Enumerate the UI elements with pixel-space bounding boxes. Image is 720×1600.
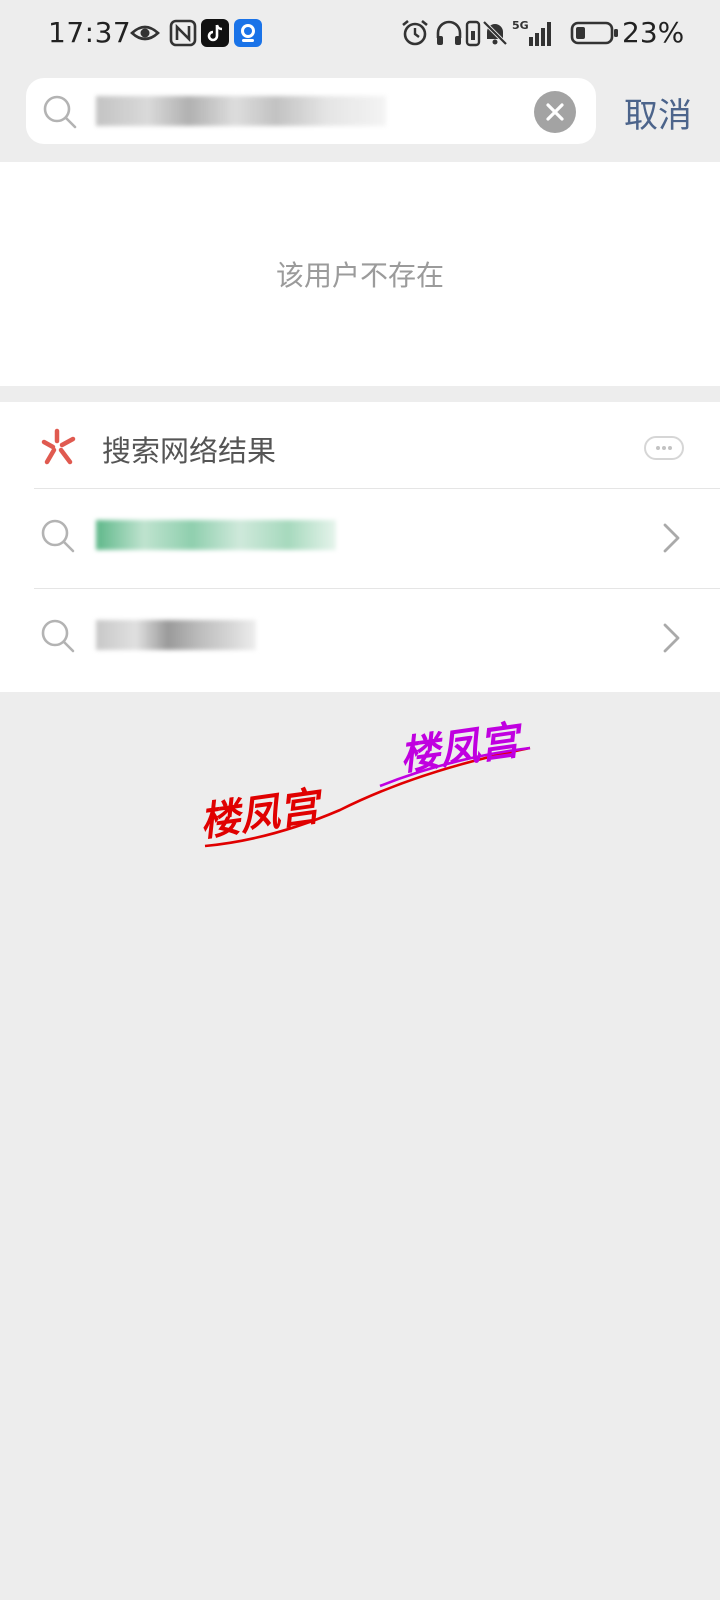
web-results-header[interactable]: 搜索网络结果 [0,402,720,488]
signal-icon: 5G [512,19,551,46]
web-result-text-redacted [96,520,336,550]
status-time: 17:37 [48,16,132,49]
web-result-text-redacted [96,620,256,650]
search-header: 取消 [0,70,720,162]
svg-text:5G: 5G [512,19,529,32]
chevron-right-icon [663,623,680,653]
status-bar: 17:37 5G 23% [0,0,720,70]
web-result-item[interactable] [0,488,720,588]
watermark-text-purple: 楼凤宫 [397,717,527,780]
empty-state-message: 该用户不存在 [275,259,444,292]
search-input[interactable] [26,78,596,144]
search-icon [43,95,77,129]
battery-percentage: 23% [622,16,685,49]
alarm-icon [402,19,428,46]
close-icon [546,103,564,121]
battery-icon [570,21,618,45]
watermark-text-red: 楼凤宫 [197,783,327,846]
chevron-right-icon [663,523,680,553]
search-query-redacted [96,96,386,126]
eye-icon [130,25,160,41]
search-network-logo-icon [41,428,76,465]
clear-search-button[interactable] [534,91,576,133]
cancel-button[interactable]: 取消 [624,88,692,137]
more-options-button[interactable] [644,436,684,460]
web-result-item[interactable] [0,588,720,688]
nfc-icon [169,19,197,47]
search-icon [41,519,75,553]
mute-icon [482,20,508,46]
empty-state: 该用户不存在 [0,162,720,386]
web-results-title: 搜索网络结果 [102,434,277,468]
web-results-panel: 搜索网络结果 [0,402,720,692]
app-icon [234,19,262,47]
search-icon [41,619,75,653]
tiktok-icon [201,19,229,47]
watermark: 楼凤宫 楼凤宫 [197,717,531,848]
